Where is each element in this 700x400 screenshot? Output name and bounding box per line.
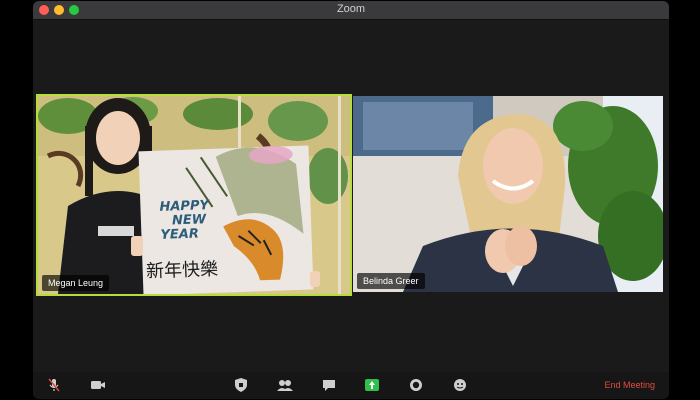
reactions-icon[interactable] [451,377,469,393]
participant-name-label: Megan Leung [42,275,110,291]
participant-video-belinda [353,96,663,292]
video-gallery: HAPPY NEW YEAR 新年快樂 Megan Leung Belinda … [33,20,669,372]
video-icon[interactable] [89,377,107,393]
microphone-muted-icon[interactable] [45,377,63,393]
video-tile-belinda-greer[interactable]: Belinda Greer [353,96,663,292]
security-icon[interactable] [232,377,250,393]
chat-icon[interactable] [320,377,338,393]
window-title: Zoom [336,3,366,15]
share-screen-icon[interactable] [363,377,381,393]
participant-name-label: Belinda Greer [357,273,425,289]
end-meeting-button[interactable]: End Meeting [604,380,655,390]
sign-chinese-text: 新年快樂 [145,258,219,283]
zoom-window: Zoom HAPPY NEW YEAR 新年快樂 Megan Leung Bel… [33,1,669,399]
video-tile-megan-leung[interactable]: HAPPY NEW YEAR 新年快樂 Megan Leung [36,94,352,296]
title-bar: Zoom [33,1,669,20]
sign-text: HAPPY NEW YEAR [159,198,210,243]
participants-icon[interactable] [276,377,294,393]
meeting-toolbar: End Meeting [33,372,669,399]
record-icon[interactable] [407,377,425,393]
